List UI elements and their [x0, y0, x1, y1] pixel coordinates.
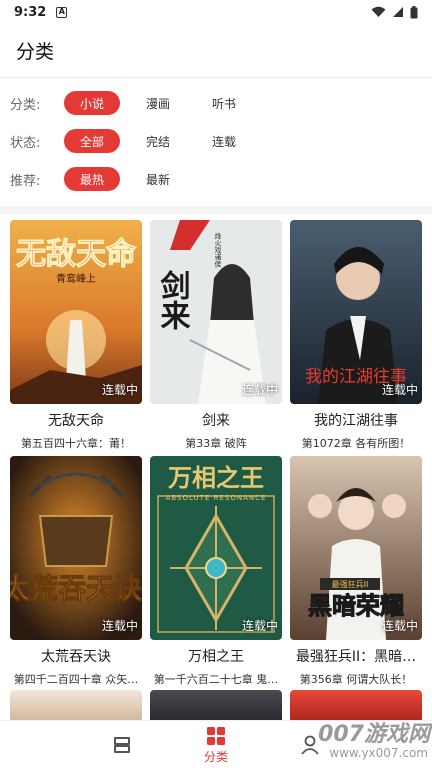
filter-panel: 分类: 小说 漫画 听书 状态: 全部 完结 连载 推荐: 最热 最新: [0, 78, 432, 206]
filter-row-recommend: 推荐: 最热 最新: [0, 166, 432, 192]
book-title[interactable]: 我的江湖往事: [290, 410, 422, 430]
serial-status-tag: 连载中: [381, 619, 418, 633]
book-card[interactable]: 太荒吞天诀 连载中 太荒吞天诀 第四千二百四十章 众矢…: [10, 456, 142, 687]
section-divider: [0, 206, 432, 214]
book-card[interactable]: 最强狂兵II 黑暗荣耀 连载中 最强狂兵II：黑暗… 第356章 何谓大队长！: [290, 456, 422, 687]
bookshelf-icon: [114, 737, 130, 753]
book-cover[interactable]: 无敌天命 青鸾峰上 连载中: [10, 220, 142, 404]
book-cover[interactable]: 剑来 烽火戏诸侯 连载中: [150, 220, 282, 404]
filter-row-status: 状态: 全部 完结 连载: [0, 128, 432, 154]
book-cover-partial[interactable]: [150, 690, 282, 720]
chip-all[interactable]: 全部: [64, 129, 120, 153]
app-header: 分类: [0, 24, 432, 78]
chip-novel[interactable]: 小说: [64, 91, 120, 115]
book-card[interactable]: 剑来 烽火戏诸侯 连载中 剑来 第33章 破阵: [150, 220, 282, 451]
book-cover[interactable]: 太荒吞天诀 连载中: [10, 456, 142, 640]
serial-status-tag: 连载中: [241, 619, 278, 633]
tab-category-label: 分类: [203, 749, 228, 764]
cover-author-text: 青鸾峰上: [56, 272, 96, 285]
status-icons: [371, 5, 418, 19]
latest-chapter: 第1072章 各有所图！: [301, 437, 411, 450]
book-cover[interactable]: 最强狂兵II 黑暗荣耀 连载中: [290, 456, 422, 640]
serial-status-tag: 连载中: [101, 383, 138, 397]
book-title[interactable]: 剑来: [150, 410, 282, 430]
cover-subtitle-text: 最强狂兵II: [332, 579, 369, 589]
page-title: 分类: [16, 41, 55, 63]
filter-row-category: 分类: 小说 漫画 听书: [0, 90, 432, 116]
latest-chapter: 第一千六百二十七章 鬼…: [153, 673, 279, 686]
chip-serializing[interactable]: 连载: [196, 129, 252, 153]
book-card[interactable]: 无敌天命 青鸾峰上 连载中 无敌天命 第五百四十六章：莆！: [10, 220, 142, 451]
book-cover[interactable]: 我的江湖往事 连载中: [290, 220, 422, 404]
cover-title-text: 无敌天命: [16, 237, 137, 272]
filter-label-recommend: 推荐:: [10, 173, 41, 189]
book-cover-partial[interactable]: [10, 690, 142, 720]
battery-icon: [410, 5, 418, 18]
book-title[interactable]: 无敌天命: [10, 410, 142, 430]
chip-comic[interactable]: 漫画: [130, 91, 186, 115]
watermark-logo: 007游戏网: [318, 722, 430, 747]
chip-hottest[interactable]: 最热: [64, 167, 120, 191]
book-card[interactable]: 我的江湖往事 连载中 我的江湖往事 第1072章 各有所图！: [290, 220, 422, 451]
book-title[interactable]: 太荒吞天诀: [10, 646, 142, 666]
wifi-icon: [371, 6, 386, 17]
notification-icon: A: [56, 6, 68, 18]
serial-status-tag: 连载中: [241, 383, 278, 397]
book-card[interactable]: 万相之王 ABSOLUTE RESONANCE 连载中 万相之王 第一千六百二十…: [150, 456, 282, 687]
latest-chapter: 第四千二百四十章 众矢…: [13, 673, 139, 686]
book-title[interactable]: 万相之王: [150, 646, 282, 666]
category-grid-icon: [207, 726, 225, 745]
filter-label-category: 分类:: [10, 97, 41, 113]
book-grid: 无敌天命 青鸾峰上 连载中 无敌天命 第五百四十六章：莆！ 剑来 烽火戏诸侯 连…: [0, 214, 432, 720]
latest-chapter: 第33章 破阵: [185, 437, 247, 450]
cover-title-text: 黑暗荣耀: [308, 591, 404, 620]
book-title[interactable]: 最强狂兵II：黑暗…: [290, 646, 422, 666]
cover-title-text: 剑来: [155, 269, 191, 330]
book-cover[interactable]: 万相之王 ABSOLUTE RESONANCE 连载中: [150, 456, 282, 640]
chip-completed[interactable]: 完结: [130, 129, 186, 153]
cover-title-text: 万相之王: [168, 463, 264, 492]
latest-chapter: 第五百四十六章：莆！: [21, 437, 131, 450]
filter-label-status: 状态:: [10, 135, 41, 151]
serial-status-tag: 连载中: [101, 619, 138, 633]
serial-status-tag: 连载中: [381, 383, 418, 397]
signal-icon: [393, 7, 403, 17]
cover-author-text: 烽火戏诸侯: [214, 232, 222, 269]
cover-title-text: 太荒吞天诀: [10, 572, 142, 605]
status-time: 9:32: [14, 4, 47, 20]
status-bar: 9:32 A: [0, 0, 432, 24]
cover-subtitle-text: ABSOLUTE RESONANCE: [166, 494, 267, 502]
watermark-url: www.yx007.com: [329, 746, 428, 760]
latest-chapter: 第356章 何谓大队长！: [299, 673, 413, 686]
chip-newest[interactable]: 最新: [130, 167, 186, 191]
chip-audiobook[interactable]: 听书: [196, 91, 252, 115]
